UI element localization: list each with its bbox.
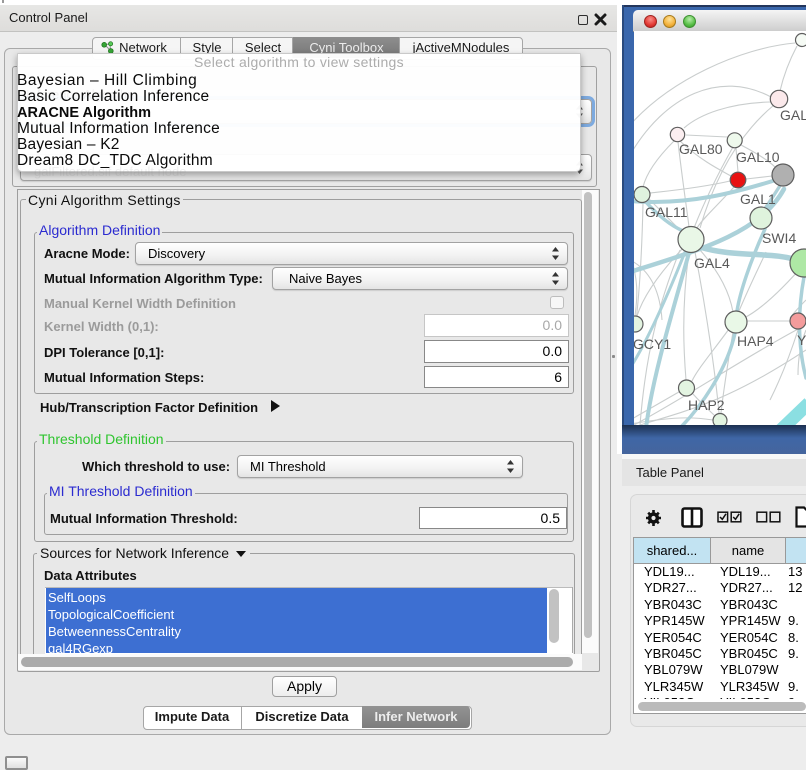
svg-text:GAL4: GAL4 (694, 255, 730, 271)
svg-text:GAL80: GAL80 (679, 141, 723, 157)
svg-text:GAL: GAL (780, 107, 806, 123)
svg-text:GAL1: GAL1 (740, 191, 776, 207)
svg-text:SWI4: SWI4 (762, 230, 796, 246)
svg-text:Y: Y (797, 332, 806, 348)
svg-text:HAP4: HAP4 (737, 333, 774, 349)
svg-text:GCY1: GCY1 (634, 336, 671, 352)
svg-text:GAL11: GAL11 (645, 204, 688, 220)
svg-text:HAP2: HAP2 (688, 397, 725, 413)
svg-text:GAL10: GAL10 (736, 149, 780, 165)
